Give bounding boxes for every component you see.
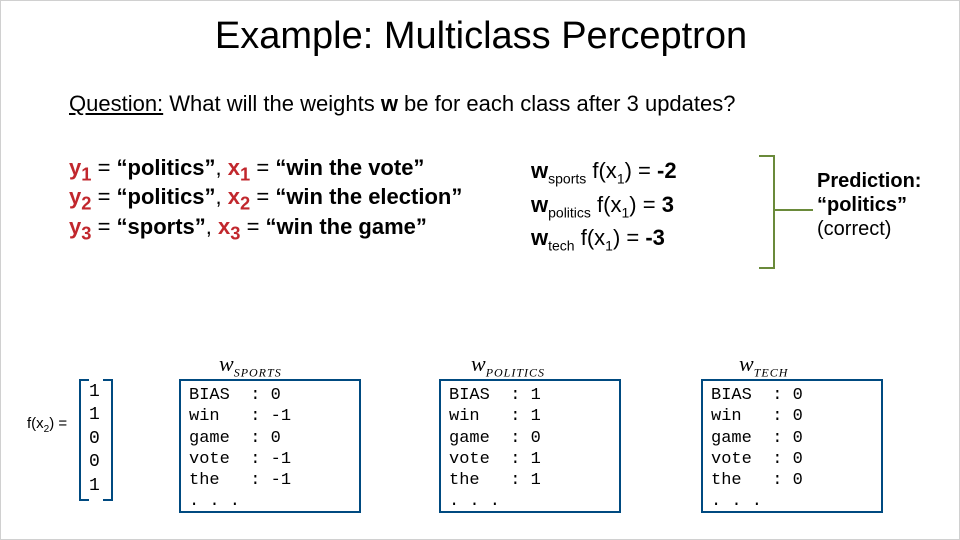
w-sub: SPORTS: [234, 365, 282, 379]
w-char: w: [471, 351, 486, 376]
score-row: wpolitics f(x1) = 3: [531, 189, 761, 223]
question-label: Question:: [69, 91, 163, 116]
w: w: [531, 158, 548, 183]
vec-val: 0: [89, 428, 100, 451]
close: ) =: [629, 192, 661, 217]
vectors-area: f(x2) = 1 1 0 0 1 wSPORTS BIAS : 0 win :…: [1, 357, 960, 540]
fx-f: f(x: [27, 415, 44, 432]
eq: =: [91, 184, 116, 209]
question-text-2: be for each class after 3 updates?: [398, 91, 736, 116]
vec-val: 1: [89, 381, 100, 404]
prediction-note: (correct): [817, 217, 947, 241]
example-row: y1 = “politics”, x1 = “win the vote”: [69, 155, 499, 184]
question-block: Question: What will the weights w be for…: [69, 91, 899, 117]
training-examples: y1 = “politics”, x1 = “win the vote” y2 …: [69, 155, 499, 243]
y-var: y: [69, 184, 81, 209]
x-var: x: [218, 214, 230, 239]
score-row: wtech f(x1) = -3: [531, 222, 761, 256]
w-sub: politics: [548, 204, 591, 220]
eq: =: [91, 214, 116, 239]
eq: =: [250, 184, 275, 209]
w-char: w: [219, 351, 234, 376]
prediction-title: Prediction:: [817, 169, 947, 193]
vec-val: 1: [89, 404, 100, 427]
eq: =: [250, 155, 275, 180]
w-char: w: [739, 351, 754, 376]
y-val: “sports”: [117, 214, 206, 239]
sep: ,: [216, 155, 228, 180]
eq: =: [240, 214, 265, 239]
fx-sub: 1: [605, 238, 613, 254]
question-w: w: [381, 91, 398, 116]
fx-label: f(x2) =: [27, 415, 67, 435]
bracket-left-icon: [79, 379, 89, 501]
y-val: “politics”: [117, 155, 216, 180]
x-val: “win the game”: [266, 214, 427, 239]
x-val: “win the election”: [275, 184, 462, 209]
fx-sub: 1: [617, 170, 625, 186]
score-val: -2: [657, 158, 677, 183]
w: w: [531, 225, 548, 250]
bracket-link-icon: [773, 209, 813, 211]
y-var: y: [69, 155, 81, 180]
prediction-value: “politics”: [817, 193, 947, 217]
example-row: y3 = “sports”, x3 = “win the game”: [69, 214, 499, 243]
x-sub: 1: [240, 163, 250, 184]
w-sports-vec: BIAS : 0 win : -1 game : 0 vote : -1 the…: [189, 385, 291, 513]
w-politics-label: wPOLITICS: [471, 351, 545, 380]
y-val: “politics”: [117, 184, 216, 209]
prediction-block: Prediction: “politics” (correct): [817, 169, 947, 241]
x-var: x: [228, 155, 240, 180]
sep: ,: [206, 214, 218, 239]
w-tech-label: wTECH: [739, 351, 788, 380]
bracket-right-icon: [103, 379, 113, 501]
fx-close: ) =: [49, 415, 67, 432]
score-row: wsports f(x1) = -2: [531, 155, 761, 189]
w-politics-vec: BIAS : 1 win : 1 game : 0 vote : 1 the :…: [449, 385, 541, 513]
w-sub: sports: [548, 170, 586, 186]
x-sub: 2: [240, 193, 250, 214]
close: ) =: [625, 158, 657, 183]
bracket-icon: [759, 155, 775, 269]
score-block: wsports f(x1) = -2 wpolitics f(x1) = 3 w…: [531, 155, 761, 256]
x-sub: 3: [230, 222, 240, 243]
vec-val: 0: [89, 451, 100, 474]
score-val: -3: [645, 225, 665, 250]
x-val: “win the vote”: [275, 155, 424, 180]
y-sub: 3: [81, 222, 91, 243]
close: ) =: [613, 225, 645, 250]
vec-val: 1: [89, 475, 100, 498]
fx: f(x: [575, 225, 606, 250]
example-row: y2 = “politics”, x2 = “win the election”: [69, 184, 499, 213]
eq: =: [91, 155, 116, 180]
w-sports-label: wSPORTS: [219, 351, 282, 380]
fx: f(x: [591, 192, 622, 217]
y-var: y: [69, 214, 81, 239]
score-val: 3: [662, 192, 674, 217]
y-sub: 1: [81, 163, 91, 184]
w-sub: tech: [548, 238, 574, 254]
slide-title: Example: Multiclass Perceptron: [1, 15, 960, 58]
w: w: [531, 192, 548, 217]
w-tech-vec: BIAS : 0 win : 0 game : 0 vote : 0 the :…: [711, 385, 803, 513]
fx-vector: 1 1 0 0 1: [89, 381, 100, 498]
x-var: x: [228, 184, 240, 209]
fx: f(x: [586, 158, 617, 183]
question-text-1: What will the weights: [163, 91, 381, 116]
w-sub: TECH: [754, 365, 789, 379]
w-sub: POLITICS: [486, 365, 545, 379]
slide: Example: Multiclass Perceptron Question:…: [0, 0, 960, 540]
y-sub: 2: [81, 193, 91, 214]
sep: ,: [216, 184, 228, 209]
